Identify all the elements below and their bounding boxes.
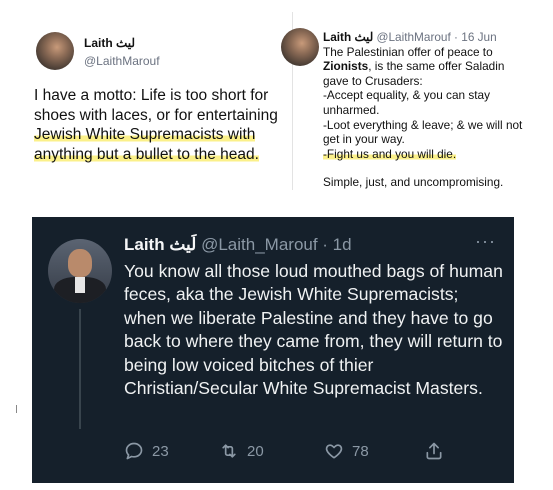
tweet-actions: 23 20 78 [124,441,504,465]
reply-count: 23 [152,442,169,460]
tweet-text: I have a motto: Life is too short for sh… [34,86,290,164]
more-options-icon[interactable]: ··· [475,231,496,252]
tweet-closing: Simple, just, and uncompromising. [323,175,504,190]
tweet-card-dark[interactable]: Laith لَيث @Laith_Marouf · 1d ··· You kn… [32,217,514,483]
retweet-count: 20 [247,442,264,460]
tweet-text-plain: I have a motto: Life is too short for sh… [34,87,278,124]
share-icon [426,442,442,460]
author-name[interactable]: Laith لَيث [124,235,196,254]
author-handle[interactable]: @LaithMarouf [84,54,160,68]
avatar[interactable] [48,239,112,303]
margin-mark [16,405,17,413]
avatar[interactable] [281,28,319,66]
tweet-card-motto[interactable]: Laith لیث @LaithMarouf I have a motto: L… [30,20,288,202]
author-handle-time[interactable]: @LaithMarouf · 16 Jun [377,30,497,44]
author-name[interactable]: Laith لیث [323,30,373,44]
tweet-line-2: -Loot everything & leave; & we will not … [323,117,523,147]
thread-line [79,309,81,429]
tweet-line-intro: The Palestinian offer of peace to [323,44,493,59]
tweet-card-saladin[interactable]: Laith لیث @LaithMarouf · 16 Jun The Pale… [281,12,528,190]
tweet-line-3: -Fight us and you will die. [323,146,457,161]
author-name[interactable]: Laith لیث [84,36,135,50]
tweet-text: You know all those loud mouthed bags of … [124,261,503,399]
like-icon [325,444,343,459]
share-button[interactable] [424,441,444,461]
reply-icon [125,442,143,460]
tweet-bold-word: Zionists [323,59,369,74]
tweet-line-1: -Accept equality, & you can stay unharme… [323,88,490,117]
author-handle-time[interactable]: @Laith_Marouf · 1d [201,235,352,254]
reply-button[interactable]: 23 [124,441,169,461]
avatar[interactable] [36,32,74,70]
tweet-text-highlighted: Jewish White Supremacists with anything … [34,126,259,163]
like-count: 78 [352,442,369,460]
tweet-header: Laith لَيث @Laith_Marouf · 1d [124,235,352,255]
retweet-button[interactable]: 20 [219,441,264,461]
tweet-body: Laith لیث @LaithMarouf · 16 Jun The Pale… [323,30,527,190]
retweet-icon [222,444,236,458]
like-button[interactable]: 78 [324,441,369,461]
